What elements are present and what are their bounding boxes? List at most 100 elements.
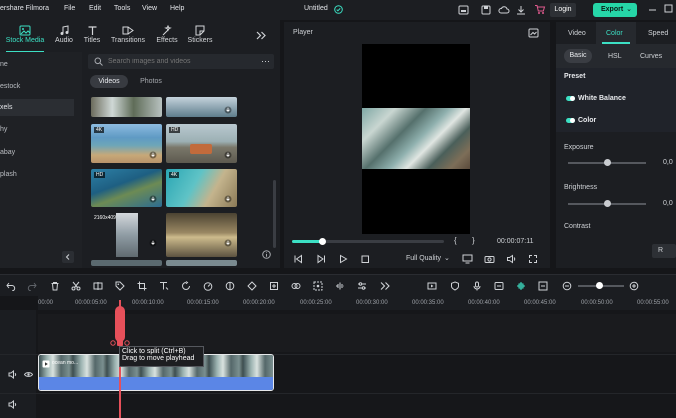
cart-icon[interactable] (534, 4, 546, 15)
video-thumbnail[interactable] (91, 97, 162, 117)
tab-titles[interactable]: Titles (79, 24, 105, 50)
stop-icon[interactable] (360, 254, 370, 264)
download-icon[interactable] (224, 239, 232, 247)
split-audio-icon[interactable] (93, 281, 103, 291)
login-button[interactable]: Login (550, 3, 576, 17)
save-icon[interactable] (481, 5, 491, 15)
sidebar-item-pixabay[interactable]: abay (0, 144, 74, 161)
download-icon[interactable] (149, 195, 157, 203)
sidebar-item-unsplash[interactable]: plash (0, 166, 74, 183)
exposure-slider-knob[interactable] (604, 159, 611, 166)
video-thumbnail[interactable] (166, 213, 237, 257)
mark-out-icon[interactable]: } (472, 236, 475, 245)
crop-icon[interactable] (137, 281, 147, 291)
subtab-curves[interactable]: Curves (640, 53, 662, 60)
video-thumbnail[interactable]: 2160x4096 (91, 213, 162, 257)
timeline-ruler[interactable]: 00:00 00:00:05:00 00:00:10:00 00:00:15:0… (38, 296, 676, 310)
subtab-hsl[interactable]: HSL (608, 53, 622, 60)
microphone-icon[interactable] (472, 281, 482, 291)
menu-tools[interactable]: Tools (114, 5, 130, 12)
zoom-slider[interactable] (578, 282, 624, 289)
search-input[interactable] (108, 55, 248, 68)
sidebar-item-pexels[interactable]: xels (0, 99, 74, 116)
mark-in-icon[interactable]: { (454, 236, 457, 245)
undo-icon[interactable] (6, 281, 16, 291)
redo-icon[interactable] (27, 281, 37, 291)
color-match-icon[interactable] (225, 281, 235, 291)
info-icon[interactable] (262, 250, 271, 259)
playhead-handle[interactable] (115, 306, 125, 342)
filter-tab-videos[interactable]: Videos (90, 75, 128, 88)
menu-help[interactable]: Help (170, 5, 184, 12)
reset-button[interactable]: R (652, 244, 676, 258)
display-icon[interactable] (462, 254, 473, 264)
previous-frame-icon[interactable] (293, 254, 303, 264)
tab-video[interactable]: Video (568, 30, 586, 37)
brightness-slider[interactable] (568, 200, 646, 207)
tab-transitions[interactable]: Transitions (108, 24, 148, 50)
keyframe-icon[interactable] (247, 281, 257, 291)
color-toggle[interactable] (566, 118, 575, 123)
white-balance-toggle[interactable] (566, 96, 575, 101)
filter-tab-photos[interactable]: Photos (132, 75, 170, 88)
snap-icon[interactable] (516, 281, 526, 291)
tab-speed[interactable]: Speed (648, 30, 668, 37)
more-options-icon[interactable]: ⋯ (261, 57, 270, 66)
render-icon[interactable] (427, 281, 437, 291)
tag-icon[interactable] (115, 281, 125, 291)
download-icon[interactable] (224, 151, 232, 159)
motion-tracking-icon[interactable] (313, 281, 323, 291)
audio-stretch-icon[interactable] (335, 281, 345, 291)
play-icon[interactable] (338, 254, 348, 264)
download-icon[interactable] (149, 151, 157, 159)
playback-progress-bar[interactable] (292, 238, 444, 245)
eye-icon[interactable] (24, 370, 33, 379)
layout-icon[interactable] (458, 5, 469, 15)
menu-view[interactable]: View (142, 5, 157, 12)
menu-file[interactable]: File (64, 5, 75, 12)
speed-icon[interactable] (203, 281, 213, 291)
voiceover-icon[interactable] (494, 281, 504, 291)
media-scrollbar[interactable] (273, 180, 276, 248)
tab-stickers[interactable]: Stickers (186, 24, 214, 50)
exposure-value[interactable]: 0,0 (663, 159, 673, 166)
maximize-icon[interactable] (664, 4, 673, 14)
fit-timeline-icon[interactable] (538, 281, 548, 291)
video-thumbnail[interactable] (166, 260, 237, 266)
brightness-value[interactable]: 0,0 (663, 200, 673, 207)
ai-portrait-icon[interactable] (291, 281, 301, 291)
progress-knob[interactable] (319, 238, 327, 245)
exposure-slider[interactable] (568, 159, 646, 166)
shield-icon[interactable] (450, 281, 460, 291)
volume-icon[interactable] (506, 254, 517, 264)
cloud-icon[interactable] (498, 5, 510, 15)
download-icon[interactable] (516, 5, 526, 15)
play-frame-icon[interactable] (316, 254, 326, 264)
rotate-icon[interactable] (181, 281, 191, 291)
zoom-out-icon[interactable] (562, 281, 572, 291)
track-audio-icon[interactable] (8, 370, 17, 379)
quality-select[interactable]: Full Quality ⌄ (406, 254, 450, 265)
zoom-slider-knob[interactable] (596, 282, 603, 289)
adjust-icon[interactable] (357, 281, 367, 291)
menu-edit[interactable]: Edit (89, 5, 101, 12)
zoom-in-icon[interactable] (629, 281, 639, 291)
export-button[interactable]: Export ⌄ (593, 3, 637, 17)
download-icon[interactable] (224, 195, 232, 203)
track-audio-icon[interactable] (8, 400, 17, 409)
sidebar-item-filmstock[interactable]: estock (0, 78, 74, 95)
sidebar-item-giphy[interactable]: hy (0, 121, 74, 138)
fullscreen-icon[interactable] (528, 254, 538, 264)
video-thumbnail[interactable] (91, 260, 162, 266)
tab-color[interactable]: Color (596, 22, 636, 44)
search-bar[interactable]: ⋯ (88, 54, 274, 69)
more-tools-icon[interactable] (380, 281, 390, 291)
text-tool-icon[interactable] (159, 281, 169, 291)
tab-effects[interactable]: Effects (152, 24, 182, 50)
delete-icon[interactable] (50, 281, 60, 291)
brightness-slider-knob[interactable] (604, 200, 611, 207)
scissors-icon[interactable] (71, 281, 81, 291)
download-icon[interactable] (149, 239, 157, 247)
transform-icon[interactable] (269, 281, 279, 291)
expand-tabs-icon[interactable] (256, 31, 266, 40)
